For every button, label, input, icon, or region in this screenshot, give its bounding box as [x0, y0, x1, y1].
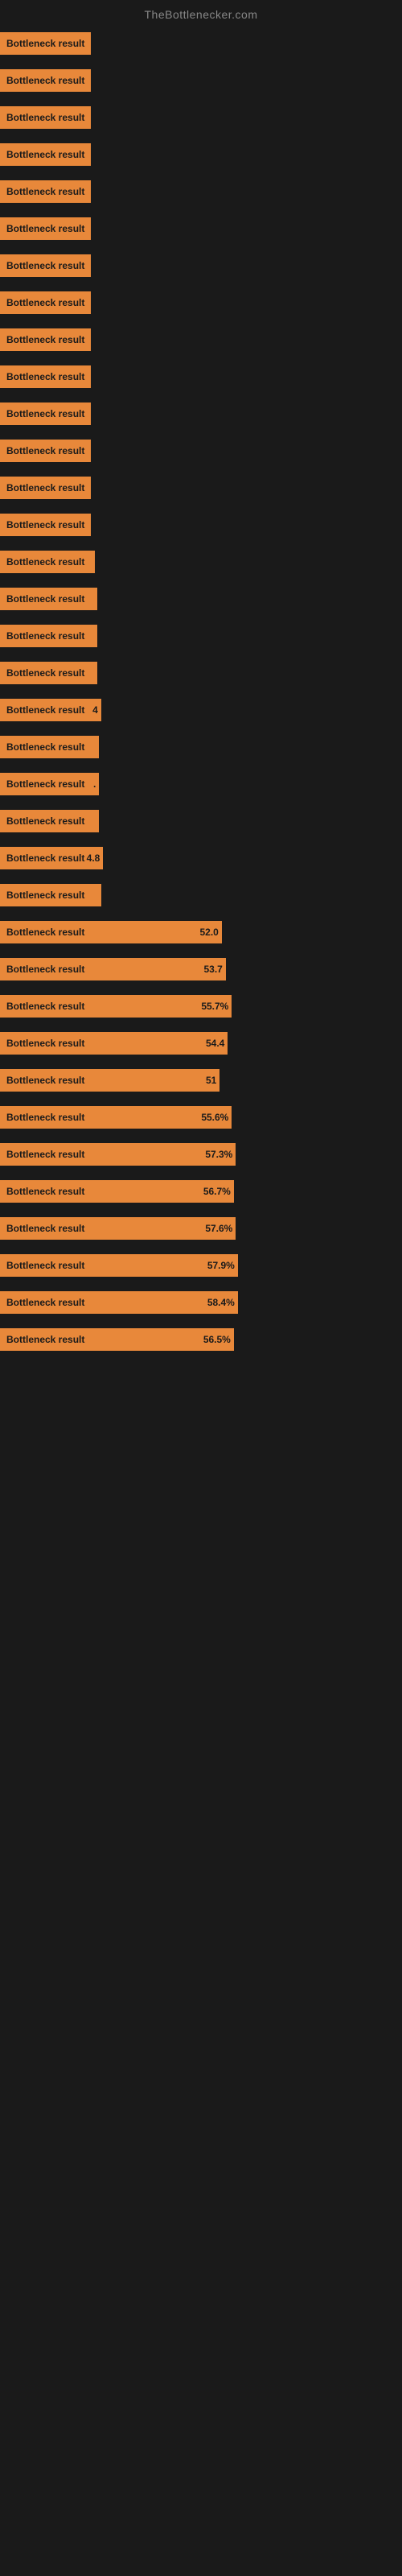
table-row: Bottleneck result4 [0, 692, 402, 728]
bottleneck-label: Bottleneck result [0, 1291, 91, 1314]
table-row: Bottleneck result [0, 433, 402, 469]
bottleneck-bar [91, 551, 95, 573]
bottleneck-bar: 51 [91, 1069, 219, 1092]
bottleneck-label: Bottleneck result [0, 921, 91, 943]
bottleneck-bar [91, 588, 97, 610]
table-row: Bottleneck result [0, 100, 402, 135]
table-row: Bottleneck result [0, 322, 402, 357]
bottleneck-bar: 57.9% [91, 1254, 238, 1277]
bottleneck-label: Bottleneck result [0, 143, 91, 166]
bottleneck-label: Bottleneck result [0, 1143, 91, 1166]
site-title: TheBottlenecker.com [0, 0, 402, 26]
bottleneck-label: Bottleneck result [0, 217, 91, 240]
bottleneck-bar: 55.6% [91, 1106, 232, 1129]
table-row: Bottleneck result [0, 729, 402, 765]
table-row: Bottleneck result [0, 174, 402, 209]
bottleneck-label: Bottleneck result [0, 1254, 91, 1277]
bottleneck-bar: 54.4 [91, 1032, 228, 1055]
table-row: Bottleneck result [0, 211, 402, 246]
bottleneck-label: Bottleneck result [0, 1180, 91, 1203]
table-row: Bottleneck result53.7 [0, 952, 402, 987]
table-row: Bottleneck result57.3% [0, 1137, 402, 1172]
table-row: Bottleneck result57.6% [0, 1211, 402, 1246]
bottleneck-label: Bottleneck result [0, 958, 91, 980]
bottleneck-label: Bottleneck result [0, 69, 91, 92]
bottleneck-label: Bottleneck result [0, 551, 91, 573]
bottleneck-label: Bottleneck result [0, 810, 91, 832]
table-row: Bottleneck result [0, 618, 402, 654]
bottleneck-bar: 57.6% [91, 1217, 236, 1240]
table-row: Bottleneck result [0, 470, 402, 506]
table-row: Bottleneck result [0, 507, 402, 543]
table-row: Bottleneck result [0, 285, 402, 320]
bottleneck-label: Bottleneck result [0, 254, 91, 277]
bottleneck-label: Bottleneck result [0, 106, 91, 129]
bottleneck-label: Bottleneck result [0, 477, 91, 499]
bottleneck-bar [91, 662, 97, 684]
table-row: Bottleneck result56.5% [0, 1322, 402, 1357]
table-row: Bottleneck result58.4% [0, 1285, 402, 1320]
table-row: Bottleneck result [0, 877, 402, 913]
table-row: Bottleneck result [0, 63, 402, 98]
bottleneck-bar: 56.5% [91, 1328, 234, 1351]
bottleneck-label: Bottleneck result [0, 365, 91, 388]
table-row: Bottleneck result55.7% [0, 989, 402, 1024]
bottleneck-label: Bottleneck result [0, 402, 91, 425]
bottleneck-bar: 53.7 [91, 958, 226, 980]
bottleneck-bar [91, 810, 99, 832]
bottleneck-bar: 55.7% [91, 995, 232, 1018]
table-row: Bottleneck result [0, 655, 402, 691]
bottleneck-bar [91, 884, 101, 906]
bottleneck-label: Bottleneck result [0, 291, 91, 314]
table-row: Bottleneck result4.8 [0, 840, 402, 876]
bottleneck-label: Bottleneck result [0, 699, 91, 721]
bottleneck-label: Bottleneck result [0, 995, 91, 1018]
table-row: Bottleneck result [0, 803, 402, 839]
bottleneck-label: Bottleneck result [0, 1328, 91, 1351]
bottleneck-label: Bottleneck result [0, 180, 91, 203]
bottleneck-label: Bottleneck result [0, 625, 91, 647]
bottleneck-bar: . [91, 773, 99, 795]
bottleneck-bar: 4 [91, 699, 101, 721]
table-row: Bottleneck result56.7% [0, 1174, 402, 1209]
bottleneck-label: Bottleneck result [0, 1106, 91, 1129]
table-row: Bottleneck result [0, 396, 402, 431]
table-row: Bottleneck result [0, 137, 402, 172]
bottleneck-label: Bottleneck result [0, 773, 91, 795]
table-row: Bottleneck result [0, 26, 402, 61]
bottleneck-label: Bottleneck result [0, 328, 91, 351]
table-row: Bottleneck result [0, 248, 402, 283]
table-row: Bottleneck result52.0 [0, 914, 402, 950]
bottleneck-label: Bottleneck result [0, 1069, 91, 1092]
bottleneck-label: Bottleneck result [0, 440, 91, 462]
table-row: Bottleneck result. [0, 766, 402, 802]
table-row: Bottleneck result55.6% [0, 1100, 402, 1135]
bottleneck-bar [91, 736, 99, 758]
bottleneck-bar: 56.7% [91, 1180, 234, 1203]
bottleneck-bar: 52.0 [91, 921, 222, 943]
bottleneck-label: Bottleneck result [0, 514, 91, 536]
table-row: Bottleneck result57.9% [0, 1248, 402, 1283]
bottleneck-bar: 57.3% [91, 1143, 236, 1166]
bottleneck-bar [91, 625, 97, 647]
bottleneck-bar: 58.4% [91, 1291, 238, 1314]
table-row: Bottleneck result51 [0, 1063, 402, 1098]
bottleneck-label: Bottleneck result [0, 662, 91, 684]
table-row: Bottleneck result [0, 581, 402, 617]
bottleneck-label: Bottleneck result [0, 1032, 91, 1055]
table-row: Bottleneck result [0, 359, 402, 394]
bottleneck-label: Bottleneck result [0, 884, 91, 906]
bottleneck-label: Bottleneck result [0, 736, 91, 758]
bottleneck-label: Bottleneck result [0, 588, 91, 610]
table-row: Bottleneck result [0, 544, 402, 580]
bottleneck-bar: 4.8 [91, 847, 103, 869]
bottleneck-label: Bottleneck result [0, 1217, 91, 1240]
bottleneck-label: Bottleneck result [0, 847, 91, 869]
bottleneck-label: Bottleneck result [0, 32, 91, 55]
table-row: Bottleneck result54.4 [0, 1026, 402, 1061]
